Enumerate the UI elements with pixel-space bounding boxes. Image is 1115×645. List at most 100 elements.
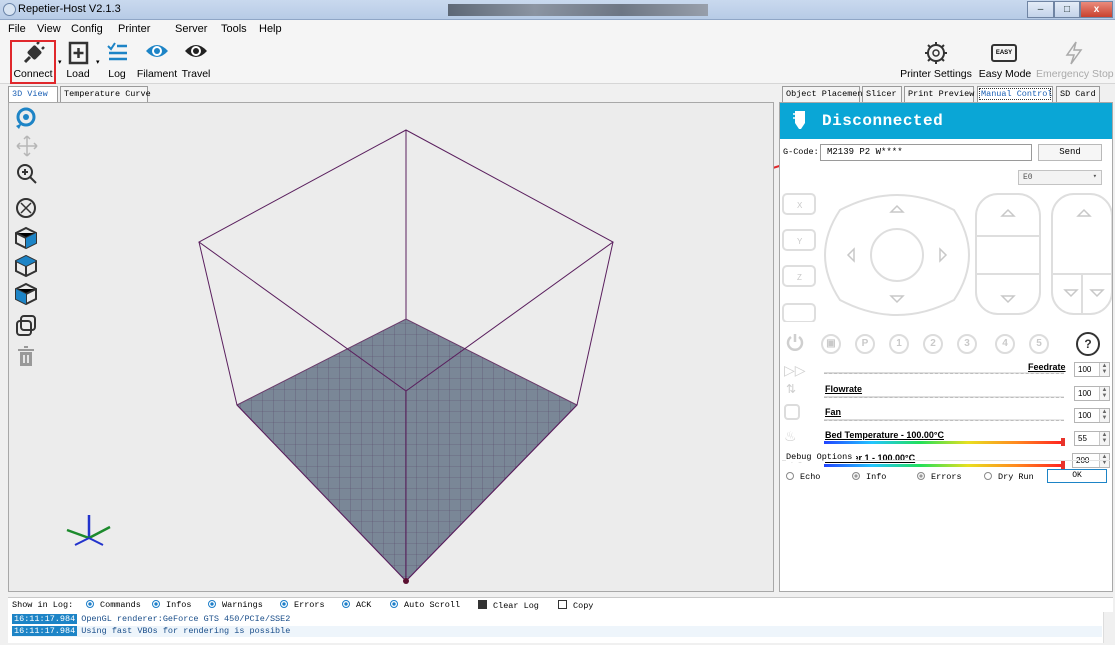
axis-gizmo [66, 515, 111, 546]
heated-bed-icon: ♨ [784, 428, 797, 444]
log-warnings-label: Warnings [222, 600, 263, 610]
log-infos-label: Infos [166, 600, 192, 610]
home-all-button [782, 303, 816, 322]
fit-icon[interactable] [14, 196, 40, 220]
extruder-icon [793, 111, 805, 129]
fan-slider[interactable] [824, 419, 1064, 421]
feedrate-slider[interactable] [824, 372, 1064, 374]
xy-jog-pad [824, 194, 970, 316]
debug-info-radio[interactable]: Info [852, 472, 886, 482]
gcode-label: G-Code: [783, 147, 819, 157]
tab-slicer[interactable]: Slicer [862, 86, 902, 102]
feedrate-icon: ▷▷ [784, 362, 806, 378]
fan-spinner[interactable]: 100 ▲ ▼ [1074, 408, 1110, 423]
log-line: 16:11:17.984 OpenGL renderer:GeForce GTS … [12, 614, 290, 625]
flowrate-spinner[interactable]: 100 ▲ ▼ [1074, 386, 1110, 401]
print-bed [236, 318, 578, 582]
feedrate-value: 100 [1078, 365, 1092, 374]
log-commands-label: Commands [100, 600, 141, 610]
preset-3-button[interactable]: 3 [957, 334, 977, 354]
delete-icon[interactable] [14, 344, 40, 368]
tab-3d-view[interactable]: 3D View [8, 86, 58, 102]
power-icon[interactable] [786, 333, 804, 353]
copy-icon [558, 600, 567, 609]
log-warnings-toggle[interactable]: Warnings [208, 600, 263, 610]
park-button[interactable]: P [855, 334, 875, 354]
tab-print-preview[interactable]: Print Preview [904, 86, 974, 102]
debug-ok-button[interactable]: OK [1047, 469, 1107, 483]
preset-4-button[interactable]: 4 [995, 334, 1015, 354]
copy-log-label: Copy [573, 601, 594, 611]
jog-controls: X Y Z [782, 193, 1112, 322]
home-z-label: Z [797, 273, 802, 282]
preset-1-button[interactable]: 1 [889, 334, 909, 354]
debug-dry-run-radio[interactable]: Dry Run [984, 472, 1034, 482]
flowrate-label: Flowrate [825, 384, 863, 394]
flowrate-slider[interactable] [824, 396, 1064, 398]
log-ack-label: ACK [356, 600, 372, 610]
tab-manual-control[interactable]: Manual Control [977, 86, 1053, 102]
flowrate-icon: ⇅ [786, 382, 797, 396]
flowrate-value: 100 [1078, 389, 1092, 398]
clear-log-label: Clear Log [493, 601, 539, 611]
fan-value: 100 [1078, 411, 1092, 420]
bed-temperature-thumb[interactable] [1061, 438, 1065, 446]
log-errors-toggle[interactable]: Errors [280, 600, 325, 610]
extruder-temperature-slider[interactable] [824, 464, 1064, 467]
log-ack-toggle[interactable]: ACK [342, 600, 371, 610]
copy-log-button[interactable]: Copy [558, 600, 593, 611]
zoom-icon[interactable] [14, 162, 40, 186]
debug-echo-label: Echo [800, 472, 821, 482]
debug-options-title: Debug Options [786, 452, 857, 462]
3d-viewport[interactable] [8, 102, 774, 592]
preset-2-button[interactable]: 2 [923, 334, 943, 354]
home-x-label: X [797, 201, 803, 210]
log-scrollbar[interactable] [1103, 612, 1113, 643]
debug-dry-run-label: Dry Run [998, 472, 1034, 482]
fan-icon [784, 404, 800, 420]
log-auto-scroll-toggle[interactable]: Auto Scroll [390, 600, 460, 610]
stop-button[interactable]: ▣ [821, 334, 841, 354]
fan-label: Fan [825, 407, 842, 417]
home-y-label: Y [797, 237, 803, 246]
bed-temperature-value: 55 [1078, 434, 1087, 443]
bed-temperature-spinner[interactable]: 55 ▲ ▼ [1074, 431, 1110, 446]
debug-echo-radio[interactable]: Echo [786, 472, 820, 482]
extruder-temperature-thumb[interactable] [1061, 461, 1065, 469]
tab-temperature-curve[interactable]: Temperature Curve [60, 86, 151, 102]
parallel-view-icon[interactable] [14, 314, 40, 338]
move-icon[interactable] [14, 134, 40, 158]
extruder-select-value: E0 [1023, 173, 1033, 182]
help-button[interactable]: ? [1076, 332, 1100, 356]
bed-temperature-label: Bed Temperature - 100.00°C [825, 430, 944, 440]
tab-sd-card[interactable]: SD Card [1056, 86, 1100, 102]
log-infos-toggle[interactable]: Infos [152, 600, 192, 610]
gcode-input[interactable]: M2139 P2 W**** [820, 144, 1032, 161]
print-volume-scene [66, 129, 614, 584]
front-view-icon[interactable] [14, 226, 40, 250]
trash-icon [478, 600, 487, 609]
bed-temperature-slider[interactable] [824, 441, 1064, 444]
rotate-icon[interactable] [14, 106, 40, 130]
debug-errors-radio[interactable]: Errors [917, 472, 962, 482]
send-button[interactable]: Send [1038, 144, 1102, 161]
log-message: Using fast VBOs for rendering is possibl… [81, 626, 291, 636]
preset-5-button[interactable]: 5 [1029, 334, 1049, 354]
feedrate-spinner[interactable]: 100 ▲ ▼ [1074, 362, 1110, 377]
top-view-icon[interactable] [14, 282, 40, 306]
log-errors-label: Errors [294, 600, 325, 610]
debug-info-label: Info [866, 472, 887, 482]
log-line: 16:11:17.984 Using fast VBOs for renderin… [12, 626, 1102, 637]
log-timestamp: 16:11:17.984 [12, 626, 78, 636]
connection-status: Disconnected [822, 112, 944, 130]
feedrate-label: Feedrate [1028, 362, 1066, 372]
connection-status-bar: Disconnected [780, 103, 1112, 139]
log-commands-toggle[interactable]: Commands [86, 600, 141, 610]
log-timestamp: 16:11:17.984 [12, 614, 78, 624]
debug-errors-label: Errors [931, 472, 962, 482]
log-message: OpenGL renderer:GeForce GTS 450/PCIe/SSE… [81, 614, 291, 624]
extruder-select[interactable]: E0 ▾ [1018, 170, 1102, 185]
tab-object-placement[interactable]: Object Placement [782, 86, 868, 102]
side-view-icon[interactable] [14, 254, 40, 278]
clear-log-button[interactable]: Clear Log [478, 600, 539, 611]
